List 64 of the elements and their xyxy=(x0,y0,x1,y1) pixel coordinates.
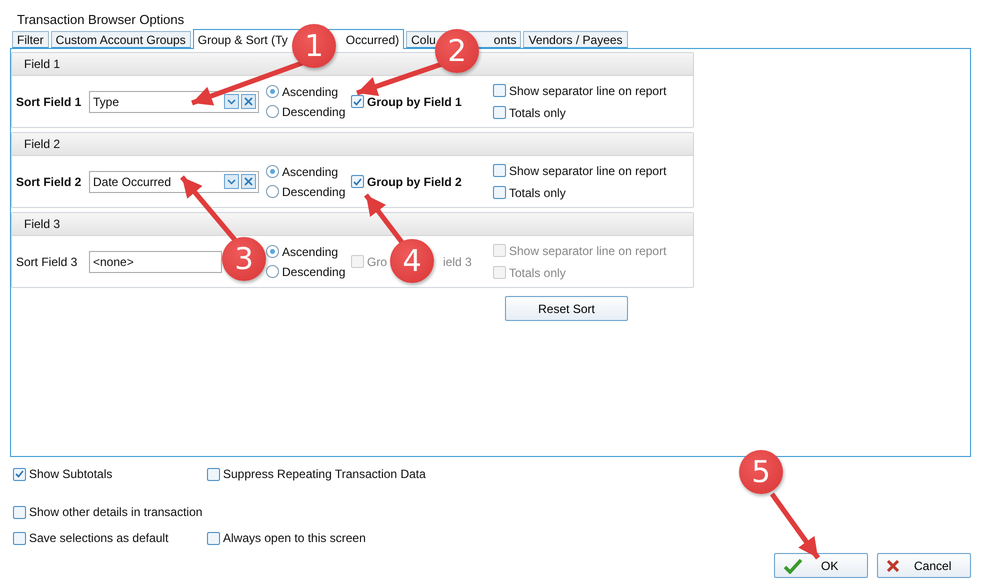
tab[interactable]: Vendors / Payees xyxy=(523,31,628,48)
radio-button[interactable] xyxy=(266,85,279,98)
window-title: Transaction Browser Options xyxy=(16,11,186,28)
step-badge: 5 xyxy=(739,450,783,494)
option-label: Totals only xyxy=(509,186,566,200)
tab[interactable]: Filter xyxy=(12,31,49,48)
ok-button[interactable]: OK xyxy=(774,553,868,578)
close-icon xyxy=(886,558,900,572)
radio-button[interactable] xyxy=(266,165,279,178)
checkbox[interactable] xyxy=(13,468,26,480)
sort-field-dropdown[interactable]: Date Occurred xyxy=(89,170,259,192)
sort-field-label: Sort Field 2 xyxy=(16,174,82,188)
checkbox[interactable] xyxy=(351,95,364,108)
option-label: Show Subtotals xyxy=(29,467,112,481)
radio-button[interactable] xyxy=(266,185,279,198)
option-label: ield 3 xyxy=(443,254,472,268)
option-label: Group by Field 1 xyxy=(367,94,462,108)
checkbox[interactable] xyxy=(207,532,220,544)
option-label: Ascending xyxy=(282,164,338,178)
checkbox[interactable] xyxy=(207,468,220,480)
option-label: Totals only xyxy=(509,106,566,120)
sort-field-dropdown[interactable]: Type xyxy=(89,90,259,112)
radio-button[interactable] xyxy=(266,265,279,278)
close-icon[interactable] xyxy=(241,174,256,189)
option-label: Descending xyxy=(282,264,346,278)
sort-field-label: Sort Field 1 xyxy=(16,94,82,108)
step-badge: 4 xyxy=(390,239,434,283)
option-label: Ascending xyxy=(282,244,338,258)
chevron-down-icon[interactable] xyxy=(224,174,239,189)
option-label: Show separator line on report xyxy=(509,164,666,178)
checkbox[interactable] xyxy=(351,175,364,188)
option-label: Descending xyxy=(282,104,346,118)
close-icon[interactable] xyxy=(241,94,256,109)
step-badge: 3 xyxy=(222,237,266,281)
arrow xyxy=(770,492,820,560)
reset-sort-button[interactable]: Reset Sort xyxy=(505,296,628,321)
group-header: Field 3 xyxy=(12,213,693,236)
checkbox[interactable] xyxy=(493,84,506,97)
checkbox[interactable] xyxy=(493,164,506,177)
option-label: Group by Field 2 xyxy=(367,174,462,188)
checkbox[interactable] xyxy=(493,106,506,119)
checkbox[interactable] xyxy=(13,532,26,544)
option-label: Suppress Repeating Transaction Data xyxy=(223,467,426,481)
option-label: Gro xyxy=(367,254,388,268)
option-label: Ascending xyxy=(282,84,338,98)
checkbox[interactable] xyxy=(13,506,26,518)
cancel-button[interactable]: Cancel xyxy=(877,553,971,578)
option-label: Save selections as default xyxy=(29,531,168,545)
sort-field-label: Sort Field 3 xyxy=(16,254,78,268)
group-header: Field 2 xyxy=(12,133,693,156)
option-label: Totals only xyxy=(509,266,566,280)
option-label: Always open to this screen xyxy=(223,531,366,545)
checkbox[interactable] xyxy=(493,186,506,199)
chevron-down-icon[interactable] xyxy=(224,94,239,109)
sort-field-dropdown[interactable]: <none> xyxy=(89,250,222,272)
option-label: Show separator line on report xyxy=(509,244,666,258)
arrow xyxy=(180,175,237,242)
option-label: Show separator line on report xyxy=(509,84,666,98)
radio-button[interactable] xyxy=(266,245,279,258)
option-label: Descending xyxy=(282,184,346,198)
tab[interactable]: Custom Account Groups xyxy=(50,31,191,48)
check-icon xyxy=(783,558,803,574)
option-label: Show other details in transaction xyxy=(29,505,202,519)
radio-button[interactable] xyxy=(266,105,279,118)
